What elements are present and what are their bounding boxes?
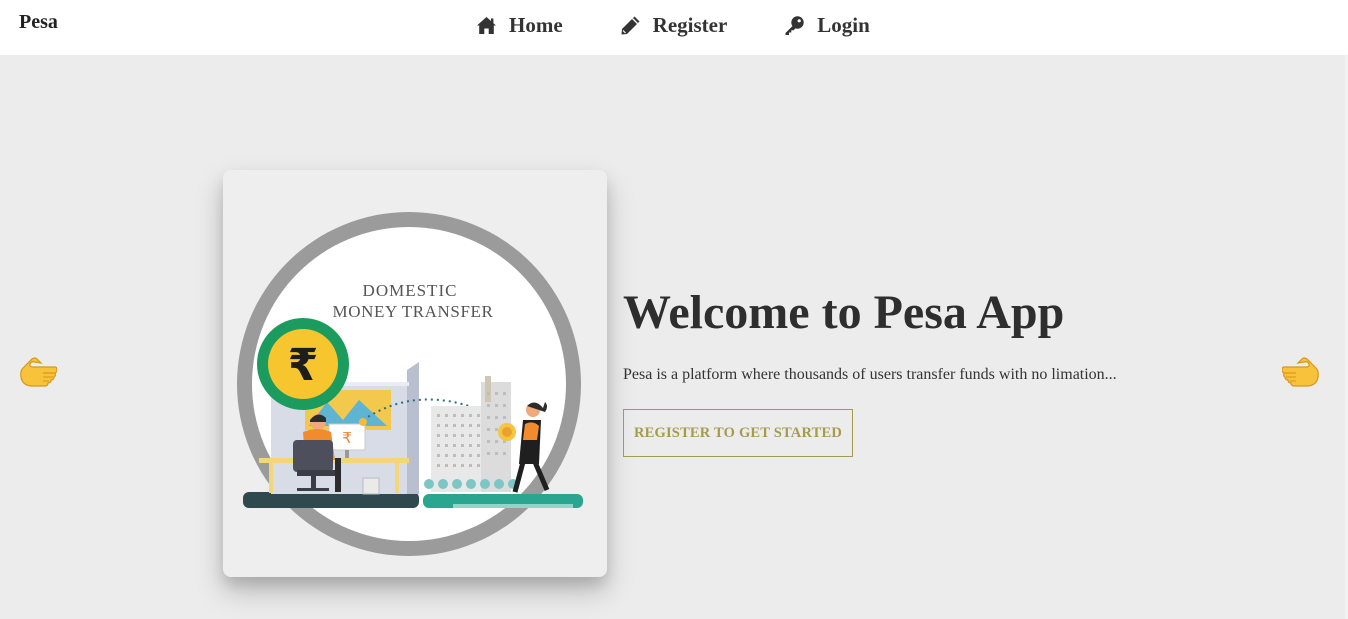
- nav-register-link[interactable]: Register: [620, 13, 728, 38]
- key-icon: [785, 16, 804, 35]
- rupee-coin-symbol: ₹: [288, 340, 319, 391]
- pointing-left-hand-icon: [20, 357, 58, 387]
- nav-links: Home Register Login: [476, 13, 870, 38]
- svg-text:₹: ₹: [342, 429, 352, 447]
- home-icon: [477, 17, 496, 34]
- navbar: Pesa Home Register Login: [0, 0, 1348, 55]
- hero-text: Welcome to Pesa App Pesa is a platform w…: [623, 280, 1263, 457]
- nav-home-label: Home: [509, 13, 563, 37]
- carousel-prev-button[interactable]: [19, 355, 58, 391]
- carousel-next-button[interactable]: [1281, 355, 1320, 391]
- hero-title: Welcome to Pesa App: [623, 286, 1065, 339]
- register-cta-button[interactable]: REGISTER TO GET STARTED: [623, 409, 853, 457]
- pencil-icon: [621, 16, 640, 35]
- money-transfer-illustration: DOMESTIC MONEY TRANSFER ₹ ₹: [237, 212, 583, 556]
- hero-image-card: DOMESTIC MONEY TRANSFER ₹ ₹: [223, 170, 607, 577]
- nav-register-label: Register: [652, 13, 728, 37]
- brand-logo[interactable]: Pesa: [19, 11, 58, 34]
- illustration-caption-line2: MONEY TRANSFER: [333, 302, 494, 321]
- hero-description: Pesa is a platform where thousands of us…: [623, 366, 1117, 383]
- nav-login-link[interactable]: Login: [784, 13, 870, 38]
- nav-login-label: Login: [817, 13, 870, 37]
- nav-home-link[interactable]: Home: [476, 13, 563, 38]
- pointing-right-hand-icon: [1281, 357, 1319, 387]
- illustration-caption-line1: DOMESTIC: [363, 281, 458, 300]
